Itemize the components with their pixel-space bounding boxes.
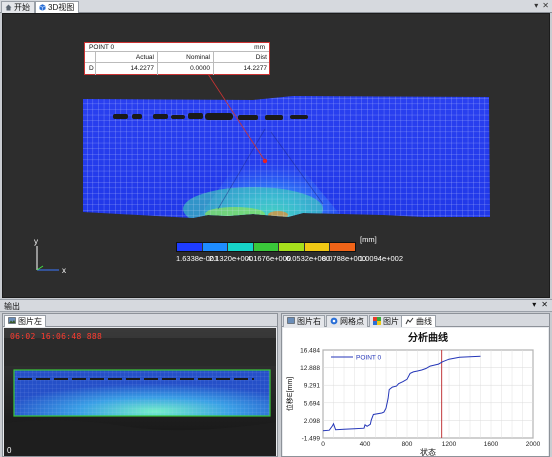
point-box-unit: mm — [254, 44, 265, 51]
legend-tick-label: 4.1676e+000 — [247, 254, 292, 263]
frame-index: 0 — [7, 446, 12, 455]
pin-icon[interactable]: ▾ — [534, 1, 538, 10]
right-analysis-panel: 图片右 网格点 图片 曲线 分析曲线 -1.499 2.098 5.694 9.291 1… — [281, 313, 550, 457]
point-box-nominal: 0.0000 — [157, 63, 213, 75]
chart-svg: 分析曲线 -1.499 2.098 5.694 9.291 12.888 16.484 0 40… — [285, 331, 541, 456]
x-tick-label: 400 — [360, 441, 371, 448]
tab-image[interactable]: 图片 — [369, 315, 403, 327]
tab-curve[interactable]: 曲线 — [401, 315, 436, 327]
analysis-curve-chart[interactable]: 分析曲线 -1.499 2.098 5.694 9.291 12.888 16.484 0 40… — [283, 328, 548, 456]
point-box-header-row: Actual Nominal Dist — [85, 52, 269, 63]
legend-color-segment — [228, 243, 254, 251]
tab-3d-view-label: 3D视图 — [48, 3, 75, 12]
tab-right-image-label: 图片右 — [297, 317, 321, 326]
point-box-col-dist: Dist — [213, 52, 270, 62]
left-image-panel: 图片左 06:02 16:06:48 888 0 — [2, 313, 278, 457]
output-controls: ▾ ✕ — [532, 300, 548, 309]
point-box-col — [85, 52, 95, 62]
legend-tick-label: 1.0094e+002 — [359, 254, 404, 263]
legend-ticks: 1.6338e-001 2.1320e+000 4.1676e+000 6.0532e… — [176, 254, 416, 264]
legend-color-segment — [202, 243, 229, 251]
curve-icon — [405, 317, 414, 327]
x-tick-label: 800 — [402, 441, 413, 448]
point-box-value-row: D 14.2277 0.0000 14.2277 — [85, 63, 269, 75]
x-tick-label: 0 — [321, 441, 325, 448]
tab-curve-label: 曲线 — [416, 317, 432, 326]
y-tick-label: 9.291 — [304, 383, 321, 390]
x-tick-label: 2000 — [526, 441, 541, 448]
y-tick-label: 2.098 — [304, 418, 321, 425]
y-tick-label: -1.499 — [302, 436, 321, 443]
tab-grid-points[interactable]: 网格点 — [326, 315, 368, 327]
point-box-row-label: D — [89, 65, 94, 72]
legend-color-segment — [177, 243, 203, 251]
point-box-title: POINT 0 — [89, 44, 115, 51]
axis-x-label: x — [62, 266, 66, 275]
image-icon — [8, 317, 16, 326]
legend-color-segment — [279, 243, 305, 251]
camera-image[interactable]: 06:02 16:06:48 888 0 — [4, 328, 276, 456]
3d-viewport[interactable]: POINT 0 mm Actual Nominal Dist D 14.2277… — [2, 13, 550, 298]
legend-label: POINT 0 — [356, 355, 382, 362]
capture-timestamp: 06:02 16:06:48 888 — [10, 332, 103, 341]
tab-left-image[interactable]: 图片左 — [4, 315, 46, 327]
y-tick-label: 12.888 — [300, 365, 320, 372]
x-axis-label: 状态 — [420, 447, 436, 456]
window-controls: ▾ ✕ — [534, 1, 549, 10]
tab-grid-points-label: 网格点 — [340, 317, 364, 326]
axes-triad: y x — [34, 238, 66, 275]
tab-image-label: 图片 — [383, 317, 399, 326]
legend-color-segment — [304, 243, 331, 251]
grid-points-icon — [330, 317, 338, 327]
point-box-col-nominal: Nominal — [157, 52, 213, 62]
tab-start[interactable]: 开始 — [1, 1, 35, 13]
x-tick-label: 1200 — [442, 441, 457, 448]
y-tick-label: 16.484 — [300, 348, 320, 355]
document-tab-strip: 开始 3D视图 ▾ ✕ — [0, 0, 552, 13]
close-icon[interactable]: ✕ — [541, 300, 548, 309]
tab-start-label: 开始 — [14, 3, 30, 12]
output-panel-header: 输出 ▾ ✕ — [0, 299, 552, 312]
point-info-box[interactable]: POINT 0 mm Actual Nominal Dist D 14.2277… — [84, 42, 270, 75]
image-colors-icon — [373, 316, 381, 327]
pin-icon[interactable]: ▾ — [532, 300, 536, 309]
tab-right-image[interactable]: 图片右 — [283, 315, 325, 327]
y-axis-label: 位移E[mm] — [285, 377, 294, 411]
point-box-dist: 14.2277 — [213, 63, 270, 75]
point-box-col-actual: Actual — [95, 52, 157, 62]
legend-unit: [mm] — [360, 235, 377, 244]
cube-icon — [39, 4, 46, 11]
specimen-photo — [4, 328, 276, 456]
close-icon[interactable]: ✕ — [542, 1, 549, 10]
left-panel-tabs: 图片左 — [3, 314, 277, 327]
x-tick-label: 1600 — [484, 441, 499, 448]
legend-color-segment — [330, 243, 356, 251]
output-title: 输出 — [4, 302, 20, 311]
color-legend-bar — [176, 242, 356, 252]
tab-3d-view[interactable]: 3D视图 — [35, 1, 80, 13]
chart-title: 分析曲线 — [408, 331, 448, 344]
legend-color-segment — [253, 243, 280, 251]
y-tick-label: 5.694 — [304, 400, 321, 407]
point-box-actual: 14.2277 — [95, 63, 157, 75]
image-icon — [287, 317, 295, 326]
tab-left-image-label: 图片左 — [18, 317, 42, 326]
axis-y-label: y — [34, 238, 38, 246]
right-panel-tabs: 图片右 网格点 图片 曲线 — [282, 314, 549, 327]
home-icon — [5, 4, 12, 11]
